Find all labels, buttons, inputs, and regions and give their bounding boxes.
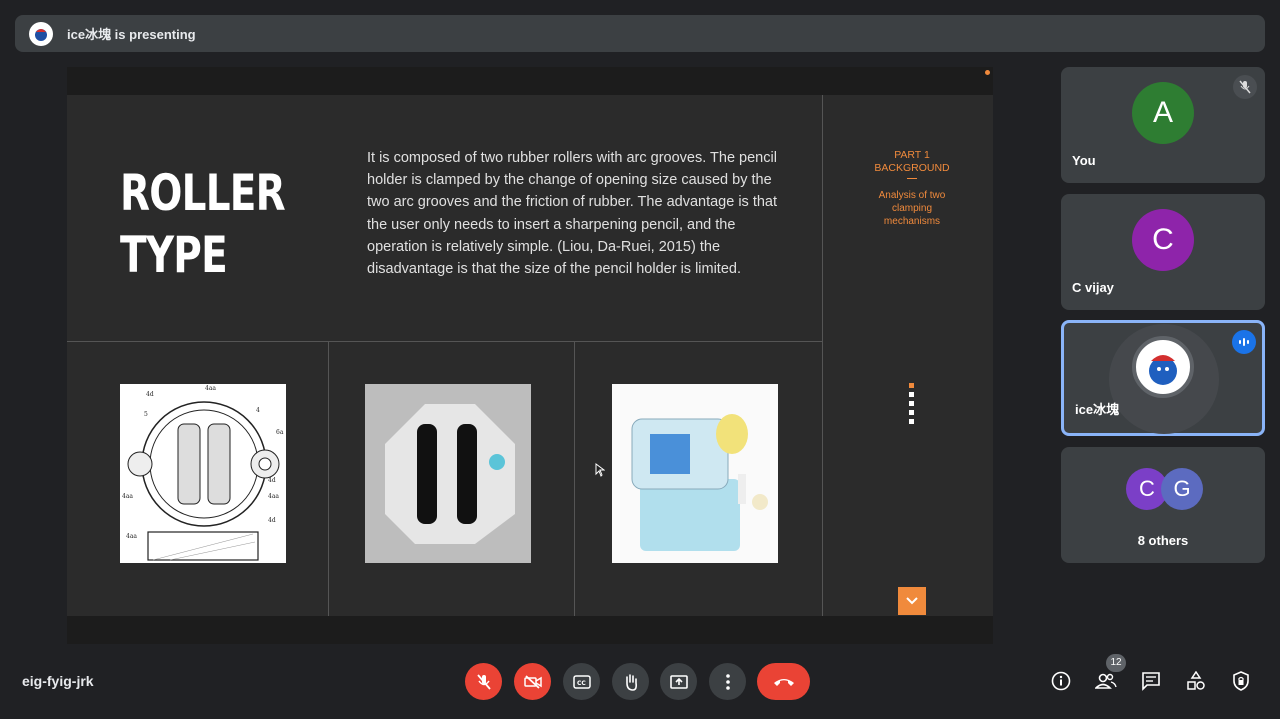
drawing-label: 5	[144, 411, 148, 418]
side-part-number: PART 1	[894, 149, 930, 161]
camera-toggle-button[interactable]	[514, 663, 551, 700]
sharpener-photo-image	[612, 384, 778, 563]
participant-tile-you[interactable]: A You	[1061, 67, 1265, 183]
drawing-label: 4aa	[268, 493, 279, 500]
side-dash	[907, 178, 917, 179]
next-slide-button[interactable]	[898, 587, 926, 615]
presenting-banner: ice冰塊 is presenting	[15, 15, 1265, 52]
meeting-code: eig-fyig-jrk	[22, 673, 94, 689]
end-call-icon	[773, 678, 794, 686]
drawing-label: 4d	[268, 477, 276, 484]
drawing-label: 4d	[268, 517, 276, 524]
progress-dot	[909, 419, 914, 424]
people-count-badge: 12	[1106, 654, 1126, 672]
leave-call-button[interactable]	[757, 663, 810, 700]
participant-tile-others[interactable]: C G 8 others	[1061, 447, 1265, 563]
mic-muted-icon	[1233, 75, 1257, 99]
drawing-label: 6a	[276, 429, 284, 436]
side-part-label: PART 1 BACKGROUND	[823, 149, 1001, 182]
chat-button[interactable]	[1138, 668, 1164, 694]
stage-top-band	[67, 67, 993, 95]
more-icon	[725, 673, 730, 690]
activities-button[interactable]	[1183, 668, 1209, 694]
speaking-indicator-icon	[1232, 330, 1256, 354]
slide-title: ROLLER TYPE	[120, 162, 286, 286]
participant-name: C vijay	[1072, 280, 1114, 295]
host-controls-icon	[1233, 671, 1249, 691]
presenter-avatar	[29, 21, 53, 46]
drawing-label: 4aa	[126, 533, 137, 540]
meeting-details-button[interactable]	[1048, 668, 1074, 694]
chevron-down-icon	[906, 597, 918, 605]
svg-text:CC: CC	[577, 680, 586, 687]
captions-icon: CC	[572, 674, 591, 689]
participant-tile-presenter[interactable]: ice冰塊	[1061, 320, 1265, 436]
slide-title-line1: ROLLER	[120, 164, 286, 222]
divider	[574, 341, 575, 616]
stage-bottom-band	[67, 616, 993, 644]
side-subtitle: Analysis of two clamping mechanisms	[823, 189, 1001, 228]
divider	[67, 341, 822, 342]
drawing-label: 4aa	[122, 493, 133, 500]
mouse-cursor-icon	[595, 463, 606, 482]
mr-men-avatar-icon	[1149, 355, 1177, 385]
slide-progress-dots	[909, 383, 914, 428]
participant-name: ice冰塊	[1075, 402, 1120, 417]
participant-name: You	[1072, 153, 1096, 168]
mic-off-icon	[476, 673, 491, 690]
raise-hand-button[interactable]	[612, 663, 649, 700]
presenting-text: ice冰塊 is presenting	[67, 27, 196, 42]
present-icon	[669, 674, 688, 689]
avatar: C	[1132, 209, 1194, 271]
present-now-button[interactable]	[660, 663, 697, 700]
roller-photo-image	[365, 384, 531, 563]
host-controls-button[interactable]	[1228, 668, 1254, 694]
avatar: G	[1161, 468, 1203, 510]
people-icon	[1095, 673, 1117, 689]
side-section-name: BACKGROUND	[874, 162, 950, 174]
progress-dot	[909, 410, 914, 415]
chat-icon	[1142, 672, 1160, 691]
more-options-button[interactable]	[709, 663, 746, 700]
roller-drawing-image: 4aa 4d 5 4 6a 4aa 4d 4aa 4aa 4d	[120, 384, 286, 563]
avatar: A	[1132, 82, 1194, 144]
slide-body-text: It is composed of two rubber rollers wit…	[367, 150, 778, 278]
progress-dot	[909, 383, 914, 388]
progress-dot	[909, 392, 914, 397]
avatar	[1132, 336, 1194, 398]
mic-toggle-button[interactable]	[465, 663, 502, 700]
drawing-label: 4	[256, 407, 260, 414]
presentation-stage: ROLLER TYPE It is composed of two rubber…	[67, 67, 993, 644]
info-icon	[1051, 671, 1071, 691]
recording-dot	[985, 70, 990, 75]
raise-hand-icon	[625, 673, 637, 691]
divider	[328, 341, 329, 616]
camera-off-icon	[523, 674, 542, 689]
side-subtitle-text: Analysis of two clamping mechanisms	[878, 190, 946, 227]
captions-button[interactable]: CC	[563, 663, 600, 700]
drawing-label: 4aa	[205, 385, 216, 392]
progress-dot	[909, 401, 914, 406]
participant-tile-c-vijay[interactable]: C C vijay	[1061, 194, 1265, 310]
drawing-label: 4d	[146, 391, 154, 398]
slide-title-line2: TYPE	[120, 226, 228, 284]
activities-icon	[1187, 671, 1205, 690]
participant-name: 8 others	[1137, 533, 1189, 548]
